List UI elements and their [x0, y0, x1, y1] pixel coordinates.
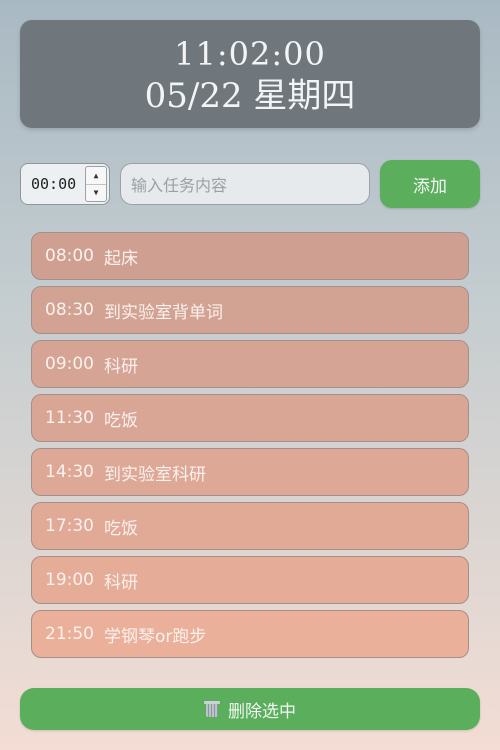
task-input-placeholder: 输入任务内容: [131, 176, 228, 195]
spin-down-icon[interactable]: ▼: [86, 183, 106, 202]
task-item[interactable]: 14:30 到实验室科研: [31, 448, 469, 496]
task-time: 08:00: [45, 246, 94, 266]
task-text: 到实验室背单词: [104, 302, 223, 323]
time-spinner[interactable]: ▲ ▼: [85, 166, 107, 202]
task-time: 08:30: [45, 300, 94, 320]
task-item[interactable]: 09:00 科研: [31, 340, 469, 388]
task-text: 科研: [104, 572, 138, 593]
task-list: 08:00 起床 08:30 到实验室背单词 09:00 科研 11:30 吃饭 14:…: [31, 232, 469, 664]
task-item[interactable]: 19:00 科研: [31, 556, 469, 604]
spin-up-icon[interactable]: ▲: [86, 167, 106, 184]
task-item[interactable]: 08:00 起床: [31, 232, 469, 280]
task-text: 到实验室科研: [104, 464, 206, 485]
task-item[interactable]: 17:30 吃饭: [31, 502, 469, 550]
task-text: 吃饭: [104, 410, 138, 431]
add-task-form: 00:00 ▲ ▼ 输入任务内容 添加: [20, 160, 480, 208]
task-item[interactable]: 21:50 学钢琴or跑步: [31, 610, 469, 658]
add-button[interactable]: 添加: [380, 160, 480, 208]
clock-panel: 11:02:00 05/22 星期四: [20, 20, 480, 128]
task-item[interactable]: 11:30 吃饭: [31, 394, 469, 442]
time-input[interactable]: 00:00 ▲ ▼: [20, 163, 110, 205]
task-time: 11:30: [45, 408, 94, 428]
task-time: 19:00: [45, 570, 94, 590]
task-item[interactable]: 08:30 到实验室背单词: [31, 286, 469, 334]
task-input[interactable]: 输入任务内容: [120, 163, 370, 205]
delete-selected-label: 删除选中: [228, 701, 296, 722]
clock-time: 11:02:00: [174, 35, 326, 73]
task-time: 14:30: [45, 462, 94, 482]
task-time: 17:30: [45, 516, 94, 536]
task-text: 科研: [104, 356, 138, 377]
task-text: 学钢琴or跑步: [104, 626, 207, 647]
delete-selected-button[interactable]: 删除选中: [20, 688, 480, 730]
task-time: 21:50: [45, 624, 94, 644]
time-input-value: 00:00: [31, 175, 77, 193]
task-text: 起床: [104, 248, 138, 269]
clock-date: 05/22 星期四: [144, 76, 356, 116]
trash-icon: [204, 700, 220, 718]
task-time: 09:00: [45, 354, 94, 374]
task-text: 吃饭: [104, 518, 138, 539]
